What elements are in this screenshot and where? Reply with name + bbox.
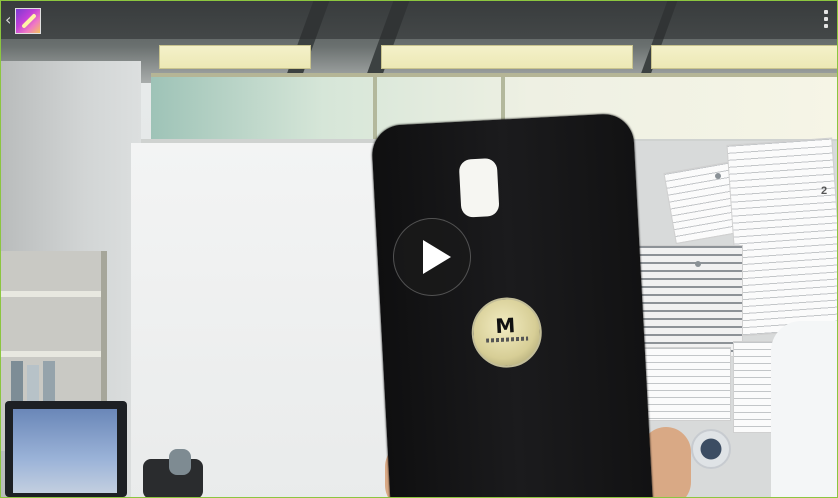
monitor [5, 401, 127, 497]
video-player-frame: 12 2 M ‹ [0, 0, 838, 498]
phone-logo-badge: M [469, 295, 544, 370]
overflow-menu-icon[interactable] [823, 10, 829, 30]
phone-case: M [370, 112, 653, 497]
menu-dot [824, 10, 828, 14]
chevron-left-icon[interactable]: ‹ [5, 10, 11, 29]
monitor-screen [13, 409, 117, 493]
ceiling-light [651, 45, 837, 69]
book [27, 365, 39, 401]
wall-clock [691, 429, 731, 469]
book [11, 361, 23, 401]
brush-stroke [21, 13, 37, 29]
top-action-bar: ‹ [1, 1, 837, 39]
camera-cutout [458, 157, 500, 218]
white-glove [771, 321, 837, 497]
corkboard-mark: 2 [821, 185, 828, 197]
logo-m-glyph: M [494, 313, 516, 339]
paper-note [726, 137, 837, 337]
pin [695, 261, 701, 267]
ceiling-light [159, 45, 311, 69]
gallery-app-icon[interactable] [15, 8, 41, 34]
desk-item [169, 449, 191, 475]
menu-dot [824, 24, 828, 28]
logo-text [486, 336, 529, 343]
play-button[interactable] [393, 218, 471, 296]
book [43, 361, 55, 401]
shelf [1, 291, 101, 297]
shelf [1, 351, 101, 357]
window-mullion [373, 77, 377, 143]
ceiling-light [381, 45, 633, 69]
play-icon [423, 240, 451, 274]
menu-dot [824, 17, 828, 21]
pin [715, 173, 721, 179]
